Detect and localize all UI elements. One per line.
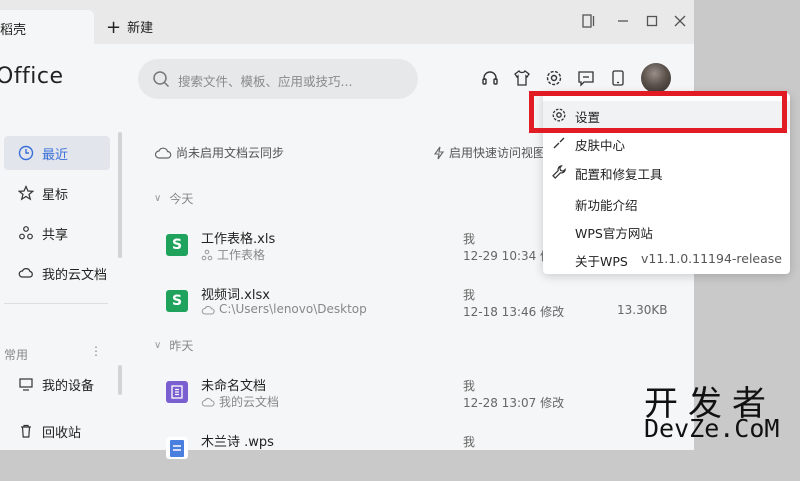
spreadsheet-icon: S (166, 290, 188, 312)
menu-item-official-site[interactable]: WPS官方网站 (543, 217, 790, 245)
quick-access-link[interactable]: 启用快速访问视图 (432, 144, 545, 161)
brush-icon (551, 135, 567, 151)
sidebar-item-starred[interactable]: 星标 (4, 176, 110, 210)
lightning-icon (433, 146, 445, 159)
file-owner: 我 (463, 435, 476, 449)
plus-icon: + (106, 17, 122, 38)
search-input[interactable]: 搜索文件、模板、应用或技巧... (138, 59, 418, 99)
file-location: 我的云文档 (201, 393, 279, 410)
file-row[interactable]: S 视频词.xlsx C:\Users\lenovo\Desktop 我 12-… (126, 284, 694, 334)
file-owner: 我 (463, 232, 476, 246)
menu-item-label: 关于WPS (575, 254, 628, 269)
new-tab-label: 新建 (127, 21, 154, 36)
group-header-today[interactable]: ∨ 今天 (154, 190, 193, 207)
watermark-domain: DevZe.CoM (644, 414, 780, 443)
sidebar-item-cloud-docs[interactable]: 我的云文档 (4, 256, 110, 290)
more-options-icon[interactable]: ⋮ (90, 344, 102, 358)
section-label-common: 常用 (4, 348, 29, 362)
menu-item-label: 配置和修复工具 (575, 167, 663, 182)
cloud-sync-label: 尚未启用文档云同步 (176, 146, 285, 160)
sidebar-item-my-device[interactable]: 我的设备 (4, 367, 110, 401)
group-label: 今天 (169, 192, 194, 206)
chevron-down-icon: ∨ (154, 193, 162, 204)
settings-dropdown-menu: 设置 皮肤中心 配置和修复工具 新功能介绍 WPS官方网站 关于WPS v11.… (543, 93, 790, 274)
menu-item-label: 设置 (575, 110, 601, 125)
cloud-sync-link[interactable]: 尚未启用文档云同步 (154, 144, 284, 161)
sidebar-item-label: 最近 (42, 147, 69, 163)
share-small-icon (201, 249, 213, 260)
tab-label: 稻壳 (0, 23, 27, 38)
trash-icon (18, 423, 34, 439)
phone-icon[interactable] (608, 68, 628, 88)
sidebar-item-label: 回收站 (42, 425, 82, 441)
wrench-icon (551, 164, 567, 180)
message-icon[interactable] (576, 68, 596, 88)
sidebar-item-recent[interactable]: 最近 (4, 136, 110, 170)
skin-shirt-icon[interactable] (512, 68, 532, 88)
sidebar-divider (4, 303, 108, 304)
sidebar-item-label: 星标 (42, 187, 69, 203)
avatar[interactable] (641, 63, 671, 93)
file-location: 工作表格 (201, 246, 265, 263)
minimize-icon[interactable] (614, 12, 632, 30)
file-owner: 我 (463, 288, 476, 302)
file-row[interactable]: 木兰诗 .wps 我 (126, 431, 694, 481)
sidebar-item-label: 我的云文档 (42, 267, 108, 283)
menu-item-repair-tool[interactable]: 配置和修复工具 (543, 158, 790, 186)
spreadsheet-icon: S (166, 234, 188, 256)
file-row[interactable]: 未命名文档 我的云文档 我 12-28 13:07 修改 (126, 375, 694, 425)
document-icon (166, 437, 188, 459)
menu-item-label: 皮肤中心 (575, 138, 626, 153)
cloud-small-icon (201, 397, 215, 407)
search-placeholder: 搜索文件、模板、应用或技巧... (178, 74, 353, 89)
search-icon (152, 70, 170, 91)
file-time: 12-29 10:34 修 (463, 249, 553, 263)
device-icon (18, 376, 34, 392)
menu-item-label: WPS官方网站 (575, 226, 653, 241)
maximize-icon[interactable] (643, 12, 661, 30)
file-name: 未命名文档 (201, 379, 267, 394)
common-scrollbar[interactable] (118, 365, 122, 395)
quick-access-label: 启用快速访问视图 (449, 146, 546, 160)
headset-icon[interactable] (480, 68, 500, 88)
chevron-down-icon: ∨ (154, 340, 162, 351)
file-time: 12-18 13:46 修改 (463, 305, 565, 319)
cloud-sync-icon (154, 147, 172, 159)
app-logo: Office (0, 64, 64, 89)
menu-item-skin-center[interactable]: 皮肤中心 (543, 129, 790, 157)
clock-icon (18, 145, 34, 161)
sidebar-scrollbar[interactable] (118, 132, 122, 258)
form-doc-icon (166, 381, 188, 403)
sidebar-item-shared[interactable]: 共享 (4, 216, 110, 250)
share-icon (18, 225, 34, 241)
new-tab-button[interactable]: + 新建 (106, 16, 154, 38)
sidebar-item-trash[interactable]: 回收站 (4, 414, 110, 448)
title-bar: 稻壳 + 新建 (0, 0, 694, 44)
sidebar-item-label: 共享 (42, 227, 69, 243)
menu-item-about[interactable]: 关于WPS v11.1.0.11194-release (543, 245, 790, 273)
file-size: 13.30KB (617, 303, 668, 317)
file-owner: 我 (463, 379, 476, 393)
star-icon (18, 185, 34, 201)
file-name: 工作表格.xls (201, 232, 276, 247)
file-name: 视频词.xlsx (201, 288, 270, 303)
settings-gear-icon[interactable] (544, 68, 564, 88)
gear-icon (551, 107, 567, 123)
group-header-yesterday[interactable]: ∨ 昨天 (154, 337, 193, 354)
menu-item-settings[interactable]: 设置 (543, 101, 790, 129)
menu-item-label: 新功能介绍 (575, 198, 638, 213)
cloud-small-icon (201, 305, 215, 314)
version-label: v11.1.0.11194-release (641, 251, 782, 266)
file-time: 12-28 13:07 修改 (463, 396, 565, 410)
menu-item-new-features[interactable]: 新功能介绍 (543, 189, 790, 217)
tab-daoke[interactable]: 稻壳 (0, 10, 94, 44)
tablet-mode-icon[interactable] (580, 12, 598, 30)
file-name: 木兰诗 .wps (201, 435, 274, 450)
cloud-doc-icon (18, 265, 34, 281)
file-location: C:\Users\lenovo\Desktop (201, 302, 367, 316)
group-label: 昨天 (169, 339, 194, 353)
close-icon[interactable] (671, 12, 689, 30)
sidebar-item-label: 我的设备 (42, 378, 95, 394)
